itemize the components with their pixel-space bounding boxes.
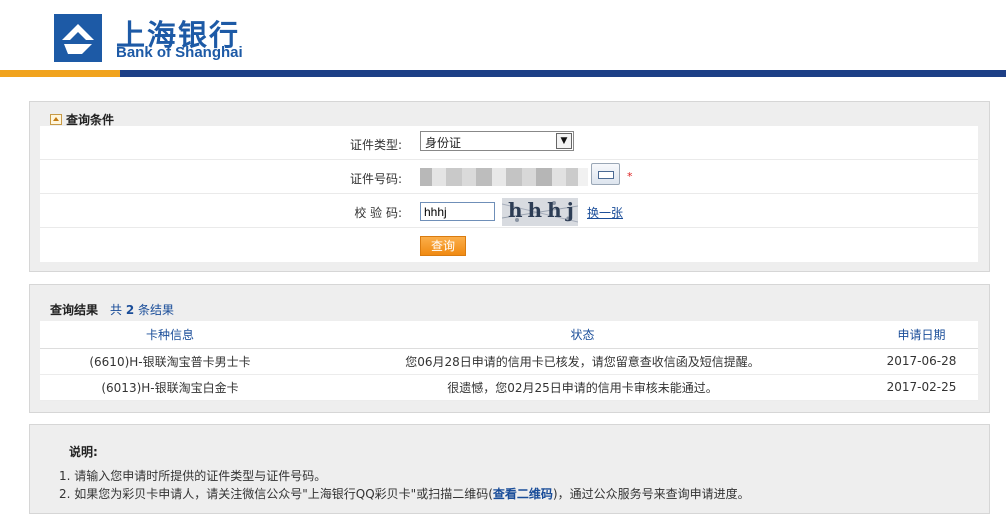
captcha-row: 校 验 码: hhhj 换一张	[40, 194, 978, 228]
result-count-prefix: 共	[110, 303, 123, 317]
note-line-2: 2. 如果您为彩贝卡申请人，请关注微信公众号"上海银行QQ彩贝卡"或扫描二维码(…	[59, 485, 750, 502]
column-header-status: 状态	[300, 321, 865, 349]
id-type-select[interactable]: 身份证 ▼	[420, 131, 574, 151]
chevron-down-icon[interactable]: ▼	[556, 133, 572, 149]
keyboard-button[interactable]	[591, 163, 620, 185]
keyboard-icon	[598, 171, 614, 179]
bank-logo-icon	[54, 14, 102, 62]
result-count-suffix: 条结果	[138, 303, 175, 317]
captcha-label: 校 验 码:	[354, 206, 402, 220]
result-table: 卡种信息 状态 申请日期 (6610)H-银联淘宝普卡男士卡 您06月28日申请…	[40, 321, 978, 401]
site-header: 上海银行 Bank of Shanghai	[0, 0, 1006, 78]
cell-date: 2017-02-25	[865, 374, 978, 401]
refresh-captcha-link[interactable]: 换一张	[587, 204, 623, 221]
column-header-card: 卡种信息	[40, 321, 300, 349]
collapse-icon[interactable]	[50, 114, 62, 125]
table-row: (6610)H-银联淘宝普卡男士卡 您06月28日申请的信用卡已核发，请您留意查…	[40, 348, 978, 375]
result-section-title: 查询结果	[50, 303, 99, 317]
query-panel: 查询条件 证件类型: 身份证 ▼ 证件号码: * 校 验 码: hhhj hhh…	[29, 101, 990, 272]
id-type-selected: 身份证	[425, 136, 462, 150]
notes-title: 说明:	[69, 445, 98, 459]
header-band-orange	[0, 70, 120, 77]
cell-card: (6610)H-银联淘宝普卡男士卡	[40, 348, 300, 375]
id-number-label: 证件号码:	[349, 172, 402, 186]
cell-date: 2017-06-28	[865, 348, 978, 375]
note-line-2-after: )，通过公众服务号来查询申请进度。	[552, 487, 750, 501]
result-panel: 查询结果 共 2 条结果 卡种信息 状态 申请日期 (6610)H-银联淘宝普卡…	[29, 284, 990, 413]
note-line-2-before: 2. 如果您为彩贝卡申请人，请关注微信公众号"上海银行QQ彩贝卡"或扫描二维码(	[59, 487, 493, 501]
cell-card: (6013)H-银联淘宝白金卡	[40, 374, 300, 401]
notes-panel: 说明: 1. 请输入您申请时所提供的证件类型与证件号码。 2. 如果您为彩贝卡申…	[29, 424, 990, 514]
column-header-date: 申请日期	[865, 321, 978, 349]
captcha-input[interactable]	[420, 202, 495, 221]
id-type-label: 证件类型:	[349, 138, 402, 152]
cell-status: 您06月28日申请的信用卡已核发，请您留意查收信函及短信提醒。	[300, 348, 865, 375]
result-count: 共 2 条结果	[110, 301, 174, 318]
result-count-number: 2	[125, 303, 135, 317]
submit-row: 查询	[40, 228, 978, 262]
table-row: (6013)H-银联淘宝白金卡 很遗憾，您02月25日申请的信用卡审核未能通过。…	[40, 374, 978, 401]
id-type-row: 证件类型: 身份证 ▼	[40, 126, 978, 160]
bank-name-en: Bank of Shanghai	[116, 44, 243, 61]
note-line-1: 1. 请输入您申请时所提供的证件类型与证件号码。	[59, 469, 327, 483]
header-band-blue	[120, 70, 1006, 77]
id-number-input[interactable]	[420, 165, 588, 189]
id-number-row: 证件号码: *	[40, 160, 978, 194]
query-button[interactable]: 查询	[420, 236, 466, 256]
table-header-row: 卡种信息 状态 申请日期	[40, 321, 978, 349]
query-form: 证件类型: 身份证 ▼ 证件号码: * 校 验 码: hhhj hhhj 换一张…	[40, 126, 978, 262]
required-mark: *	[627, 170, 633, 183]
view-qrcode-link[interactable]: 查看二维码	[493, 487, 553, 501]
cell-status: 很遗憾，您02月25日申请的信用卡审核未能通过。	[300, 374, 865, 401]
captcha-image: hhhj	[502, 198, 578, 226]
captcha-text: hhhj	[508, 198, 578, 222]
